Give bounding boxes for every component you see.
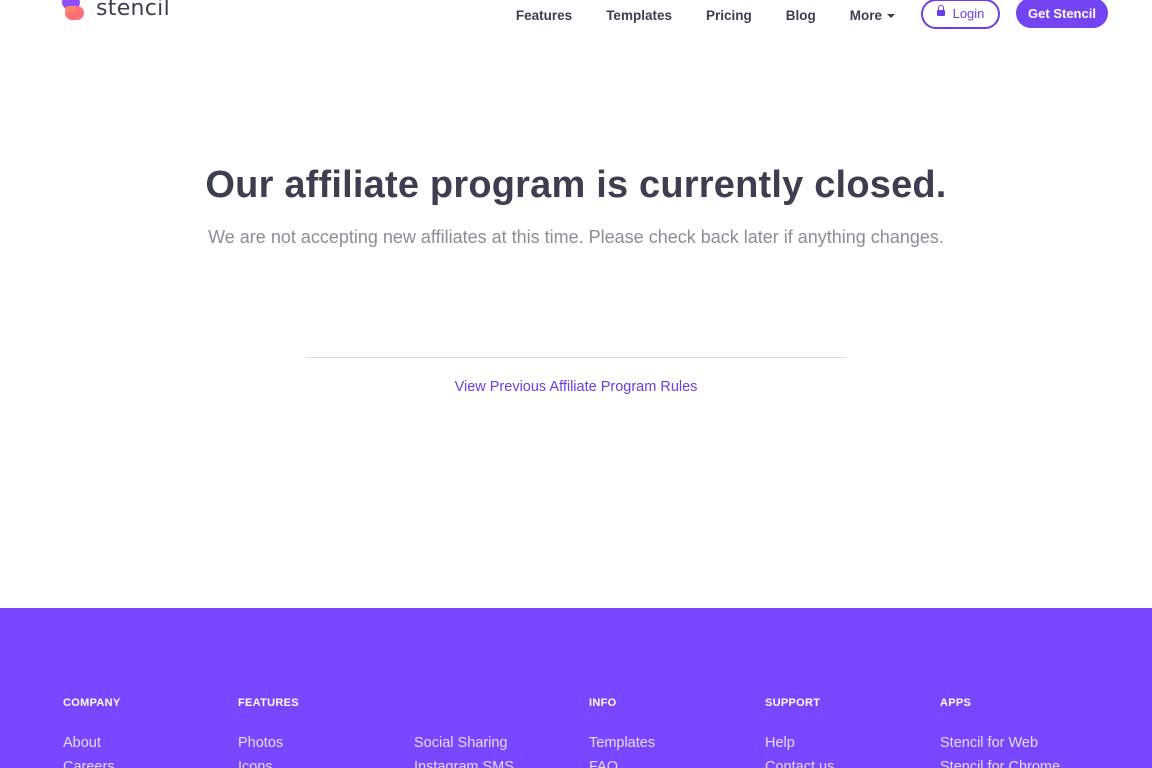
nav-features[interactable]: Features [516,8,572,23]
footer-column-apps: APPS Stencil for Web Stencil for Chrome [940,697,1060,768]
nav-more[interactable]: More [850,8,895,23]
footer-link-contact-us[interactable]: Contact us [765,755,834,768]
footer-heading: COMPANY [63,697,121,709]
footer-column-features: FEATURES Photos Icons [238,697,299,768]
get-stencil-button[interactable]: Get Stencil [1016,0,1108,28]
page-title: Our affiliate program is currently close… [205,164,947,206]
login-label: Login [952,6,985,21]
content-divider [306,357,846,358]
footer-heading: APPS [940,697,972,709]
nav-blog[interactable]: Blog [786,8,816,23]
previous-rules-link[interactable]: View Previous Affiliate Program Rules [0,379,1152,395]
page-subtitle: We are not accepting new affiliates at t… [208,227,944,247]
logo-text: stencil [96,0,170,21]
footer-column-info: INFO Templates FAQ [589,697,655,768]
login-button[interactable]: Login [921,0,1000,29]
lock-icon [936,5,945,17]
footer-link-icons[interactable]: Icons [238,755,283,768]
footer-column-company: COMPANY About Careers [63,697,121,768]
nav-templates[interactable]: Templates [606,8,672,23]
footer-link-about[interactable]: About [63,731,115,755]
stencil-logo[interactable]: stencil [62,0,170,24]
hero-section: Our affiliate program is currently close… [0,164,1152,248]
stencil-logo-icon [62,0,90,24]
footer-link-help[interactable]: Help [765,731,834,755]
caret-down-icon [887,13,895,18]
footer-heading: FEATURES [238,697,299,709]
nav-more-label: More [849,7,882,23]
footer-link-social-sharing[interactable]: Social Sharing [414,731,514,755]
footer-column-support: SUPPORT Help Contact us [765,697,834,768]
footer-link-instagram-sms[interactable]: Instagram SMS [414,755,514,768]
footer-link-faq[interactable]: FAQ [589,755,655,768]
footer-heading: SUPPORT [765,697,821,709]
footer-heading: INFO [589,697,617,709]
footer-link-templates[interactable]: Templates [589,731,655,755]
main-nav: Features Templates Pricing Blog More Log… [516,0,1108,30]
nav-pricing[interactable]: Pricing [706,8,752,23]
footer-link-photos[interactable]: Photos [238,731,283,755]
footer-link-stencil-web[interactable]: Stencil for Web [940,731,1060,755]
footer-link-careers[interactable]: Careers [63,755,115,768]
site-header: stencil Features Templates Pricing Blog … [0,0,1152,40]
site-footer: COMPANY About Careers FEATURES Photos Ic… [0,608,1152,768]
footer-link-stencil-chrome[interactable]: Stencil for Chrome [940,755,1060,768]
